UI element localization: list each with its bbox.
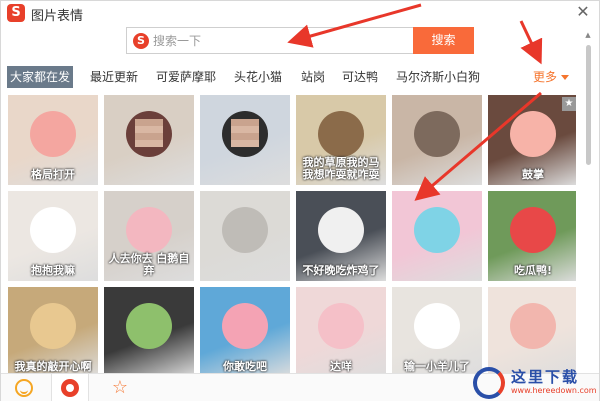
- watermark-text: 这里下载: [511, 368, 580, 386]
- scrollbar[interactable]: ▲: [584, 31, 592, 373]
- tab-trending[interactable]: 大家都在发: [7, 66, 74, 88]
- close-button[interactable]: ✕: [573, 2, 593, 22]
- sticker-caption: 我的草原我的马 我想咋耍就咋耍: [302, 156, 380, 181]
- sticker-pink-fox-plush[interactable]: 达咩: [296, 287, 386, 373]
- sticker-cat-claw[interactable]: [392, 95, 482, 185]
- arrow-to-more: [519, 20, 543, 65]
- tab-psyduck[interactable]: 可达鸭: [339, 66, 381, 88]
- sticker-black-dog-plate[interactable]: [104, 287, 194, 373]
- sticker-subject: [318, 207, 364, 253]
- sticker-tab[interactable]: [51, 374, 89, 401]
- sticker-white-bear-plush[interactable]: 抱抱我嘛: [8, 191, 98, 281]
- sticker-boy-portrait[interactable]: [200, 95, 290, 185]
- window-title: 图片表情: [31, 9, 84, 24]
- sticker-subject: [126, 303, 172, 349]
- sticker-caption: 我真的敲开心啊: [14, 360, 92, 373]
- sticker-subject: [222, 207, 268, 253]
- search-button[interactable]: 搜索: [413, 27, 474, 54]
- more-label: 更多: [533, 70, 558, 84]
- watermark-logo-icon: [473, 367, 505, 399]
- scroll-thumb[interactable]: [586, 45, 591, 165]
- sticker-subject: [510, 303, 556, 349]
- sticker-caption: 你敢吃吧: [223, 360, 267, 373]
- sticker-subject: [318, 303, 364, 349]
- more-dropdown[interactable]: 更多: [533, 66, 570, 88]
- sticker-subject: [30, 111, 76, 157]
- sticker-pink-bear-sit[interactable]: [488, 287, 576, 373]
- sticker-caption: 鼓掌: [522, 168, 544, 181]
- sticker-subject: [318, 111, 364, 157]
- sogou-search-icon: S: [133, 33, 149, 49]
- tab-recent[interactable]: 最近更新: [87, 66, 141, 88]
- sogou-logo-icon: S: [7, 4, 25, 22]
- sticker-grid: 格局打开 我的草原我的马 我想咋耍就咋耍 鼓掌 ★ 抱抱我嘛 人去你去 白鹅自弃 不好晚吃炸…: [8, 95, 576, 373]
- sticker-cartoon-horse[interactable]: 我的草原我的马 我想咋耍就咋耍: [296, 95, 386, 185]
- sticker-subject: [414, 111, 460, 157]
- sticker-caption: 格局打开: [31, 168, 75, 181]
- sticker-subject: [222, 303, 268, 349]
- mascot-icon: [61, 379, 79, 397]
- sticker-subject: [30, 303, 76, 349]
- sticker-caption: 输一小羊儿了: [404, 360, 470, 373]
- sticker-caption: 人去你去 白鹅自弃: [108, 252, 190, 277]
- sticker-shiba-dog[interactable]: 我真的敲开心啊: [8, 287, 98, 373]
- sticker-white-puppy[interactable]: 输一小羊儿了: [392, 287, 482, 373]
- sticker-patrick-star[interactable]: 你敢吃吧: [200, 287, 290, 373]
- sticker-kitten-desk[interactable]: [200, 191, 290, 281]
- sticker-watermelon-duck[interactable]: 吃瓜鸭!: [488, 191, 576, 281]
- sticker-pink-bear-cheer[interactable]: 鼓掌 ★: [488, 95, 576, 185]
- sticker-subject: [30, 207, 76, 253]
- sticker-chick-jack-o-lantern[interactable]: 不好晚吃炸鸡了: [296, 191, 386, 281]
- caret-down-icon: [561, 75, 570, 80]
- tab-headflower-cat[interactable]: 头花小猫: [231, 66, 285, 88]
- tab-maltese[interactable]: 马尔济斯小白狗: [393, 66, 483, 88]
- sticker-kid-peace-sign[interactable]: [104, 95, 194, 185]
- scroll-up-icon[interactable]: ▲: [584, 31, 592, 39]
- smile-icon: [15, 379, 33, 397]
- sticker-caption: 不好晚吃炸鸡了: [302, 264, 380, 277]
- search-box: S: [126, 27, 416, 54]
- sticker-pink-bear-dancing[interactable]: 格局打开: [8, 95, 98, 185]
- pixelated-face: [135, 119, 163, 147]
- site-watermark: 这里下载 www.hereedown.com: [473, 365, 599, 401]
- sticker-caption: 抱抱我嘛: [31, 264, 75, 277]
- emoji-window: S 图片表情 ✕ S 搜索 大家都在发 最近更新 可爱萨摩耶 头花小猫 站岗 可…: [0, 0, 600, 401]
- pixelated-face: [231, 119, 259, 147]
- title-bar: S 图片表情 ✕: [1, 1, 599, 25]
- sticker-caption: 达咩: [330, 360, 352, 373]
- sticker-subject: [414, 303, 460, 349]
- sticker-subject: [126, 207, 172, 253]
- sticker-subject: [414, 207, 460, 253]
- watermark-url: www.hereedown.com: [511, 386, 597, 395]
- star-icon: ☆: [111, 377, 129, 398]
- favorites-tab[interactable]: ☆: [101, 374, 139, 401]
- search-input[interactable]: [153, 30, 408, 51]
- emoji-tab[interactable]: [5, 374, 43, 401]
- tab-samoyed[interactable]: 可爱萨摩耶: [153, 66, 219, 88]
- favorite-star-icon[interactable]: ★: [562, 97, 576, 111]
- sticker-pink-pig-toy[interactable]: 人去你去 白鹅自弃: [104, 191, 194, 281]
- sticker-caption: 吃瓜鸭!: [513, 264, 553, 277]
- tab-guard[interactable]: 站岗: [298, 66, 328, 88]
- sticker-subject: [510, 111, 556, 157]
- sticker-subject: [510, 207, 556, 253]
- sticker-anime-girl-blue-hair[interactable]: [392, 191, 482, 281]
